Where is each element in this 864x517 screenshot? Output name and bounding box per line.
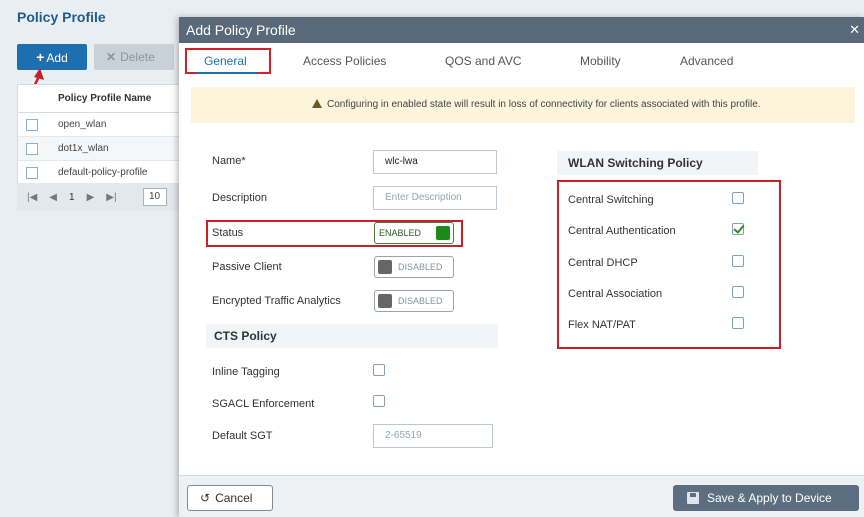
central-switching-label: Central Switching [568,194,654,206]
row-name[interactable]: dot1x_wlan [58,143,109,154]
flex-nat-pat-checkbox[interactable] [732,317,744,329]
dialog-footer: ↺ Cancel Save & Apply to Device [179,475,864,517]
default-sgt-label: Default SGT [212,430,273,442]
add-policy-profile-dialog: Add Policy Profile ✕ General Access Poli… [179,17,864,517]
status-toggle[interactable]: ENABLED [374,222,454,244]
default-sgt-input[interactable]: 2-65519 [373,424,493,448]
tab-mobility[interactable]: Mobility [580,54,621,68]
close-icon[interactable]: ✕ [849,17,860,43]
central-association-label: Central Association [568,288,663,300]
pagination: |◀ ◀ 1 ▶ ▶| 10 [17,183,197,211]
active-tab-indicator [195,72,257,74]
eta-toggle[interactable]: DISABLED [374,290,454,312]
description-label: Description [212,192,268,204]
plus-icon: + [36,49,45,65]
table-row[interactable]: open_wlan [18,113,196,137]
status-toggle-text: ENABLED [379,228,422,238]
dialog-title: Add Policy Profile [186,22,296,38]
row-name[interactable]: open_wlan [58,119,106,130]
save-apply-button[interactable]: Save & Apply to Device [673,485,859,511]
dialog-header: Add Policy Profile ✕ [179,17,864,43]
passive-client-toggle-text: DISABLED [398,262,443,272]
sgacl-checkbox[interactable] [373,395,385,407]
inline-tagging-checkbox[interactable] [373,364,385,376]
page-title: Policy Profile [17,9,106,25]
central-switching-checkbox[interactable] [732,192,744,204]
toggle-knob [378,294,392,308]
description-input[interactable]: Enter Description [373,186,497,210]
sgacl-label: SGACL Enforcement [212,398,315,410]
table-row[interactable]: default-policy-profile [18,161,196,185]
central-authentication-label: Central Authentication [568,225,676,237]
central-authentication-checkbox[interactable] [732,223,744,235]
name-input[interactable]: wlc-lwa [373,150,497,174]
toggle-knob [378,260,392,274]
row-checkbox[interactable] [26,142,38,155]
eta-label: Encrypted Traffic Analytics [212,295,341,307]
tab-bar: General Access Policies QOS and AVC Mobi… [179,47,864,75]
column-header-name[interactable]: Policy Profile Name [58,93,151,104]
page-size-select[interactable]: 10 [142,188,167,206]
tab-general[interactable]: General [204,54,247,68]
current-page: 1 [69,191,75,203]
last-page-icon[interactable]: ▶| [106,192,116,203]
table-row[interactable]: dot1x_wlan [18,137,196,161]
delete-button-label: Delete [120,50,155,64]
prev-page-icon[interactable]: ◀ [49,192,57,203]
tab-access-policies[interactable]: Access Policies [303,54,386,68]
delete-button[interactable]: ✕ Delete [94,44,174,70]
inline-tagging-label: Inline Tagging [212,366,280,378]
warning-text: Configuring in enabled state will result… [327,99,761,110]
toggle-knob [436,226,450,240]
status-label: Status [212,227,244,239]
first-page-icon[interactable]: |◀ [27,192,37,203]
flex-nat-pat-label: Flex NAT/PAT [568,319,636,331]
warning-icon [312,99,322,108]
cancel-button-label: Cancel [215,491,253,505]
table-header: Policy Profile Name [18,85,196,113]
tab-advanced[interactable]: Advanced [680,54,733,68]
cancel-button[interactable]: ↺ Cancel [187,485,273,511]
row-checkbox[interactable] [26,118,38,131]
passive-client-toggle[interactable]: DISABLED [374,256,454,278]
warning-banner: Configuring in enabled state will result… [191,87,855,123]
eta-toggle-text: DISABLED [398,296,443,306]
save-icon [687,492,699,504]
central-dhcp-label: Central DHCP [568,257,638,269]
close-icon: ✕ [106,50,117,64]
central-dhcp-checkbox[interactable] [732,255,744,267]
name-label: Name* [212,155,246,167]
row-checkbox[interactable] [26,166,38,179]
cts-policy-title: CTS Policy [214,329,277,343]
central-association-checkbox[interactable] [732,286,744,298]
undo-icon: ↺ [200,491,211,505]
save-apply-button-label: Save & Apply to Device [707,491,832,505]
wlan-switching-title: WLAN Switching Policy [568,156,703,170]
passive-client-label: Passive Client [212,261,282,273]
row-name[interactable]: default-policy-profile [58,167,148,178]
add-button-label: Add [46,51,68,65]
policy-profile-table: Policy Profile Name open_wlan dot1x_wlan… [17,84,197,186]
tab-qos-and-avc[interactable]: QOS and AVC [445,54,521,68]
next-page-icon[interactable]: ▶ [87,192,95,203]
